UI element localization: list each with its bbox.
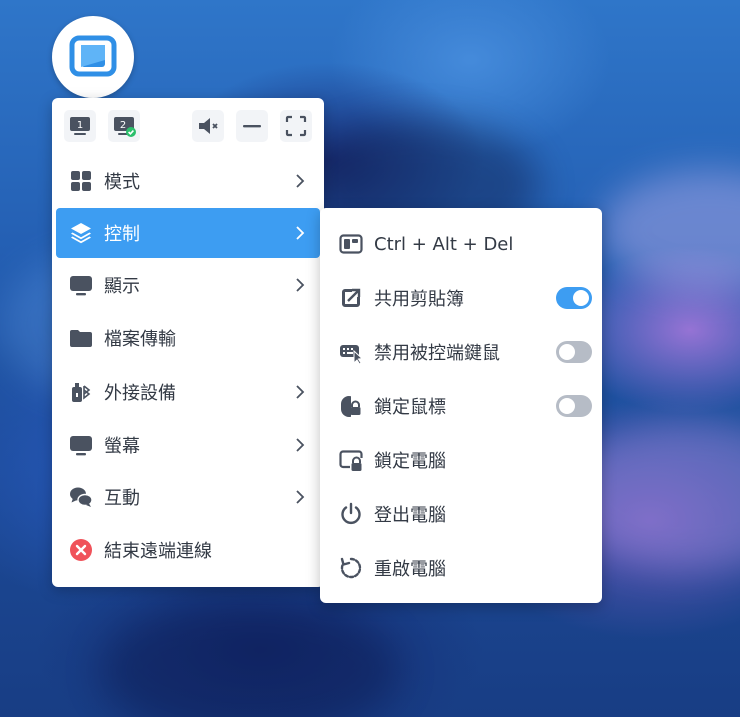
lock-mouse-toggle[interactable] (556, 395, 592, 417)
main-menu-panel: 1 2 模式 控制 顯示 檔案傳輸 外接設備 螢幕 互動 結束遠端連線 (52, 98, 324, 587)
chevron-right-icon (296, 226, 305, 240)
menu-item-display[interactable]: 顯示 (56, 260, 320, 310)
remote-desktop-logo-icon (69, 35, 117, 77)
menu-item-mode[interactable]: 模式 (56, 156, 320, 206)
keyboard-mouse-icon (338, 339, 364, 365)
minimize-icon (243, 125, 261, 128)
chat-icon (68, 484, 94, 510)
menu-item-label: 螢幕 (104, 436, 140, 457)
submenu-item-label: 禁用被控端鍵鼠 (374, 343, 500, 364)
submenu-item-label: 鎖定鼠標 (374, 397, 446, 418)
menu-item-label: 外接設備 (104, 383, 176, 404)
menu-item-label: 結束遠端連線 (104, 541, 212, 562)
submenu-item-label: 鎖定電腦 (374, 451, 446, 472)
monitor-icon (68, 272, 94, 298)
chevron-right-icon (296, 490, 305, 504)
menu-toolbar: 1 2 (52, 98, 324, 156)
monitor-2-button[interactable]: 2 (108, 110, 140, 142)
disable-remote-input-toggle[interactable] (556, 341, 592, 363)
fullscreen-icon (285, 115, 307, 137)
menu-item-control[interactable]: 控制 (56, 208, 320, 258)
share-clipboard-icon (338, 285, 364, 311)
menu-item-end-session[interactable]: 結束遠端連線 (56, 525, 320, 575)
monitor-2-icon: 2 (114, 117, 136, 137)
power-icon (338, 501, 364, 527)
menu-item-label: 互動 (104, 488, 140, 509)
submenu-item-label: 共用剪貼簿 (374, 289, 464, 310)
submenu-item-disable-remote-input[interactable]: 禁用被控端鍵鼠 (320, 327, 602, 377)
menu-item-label: 模式 (104, 172, 140, 193)
monitor-1-label: 1 (77, 120, 83, 131)
submenu-item-label: 重啟電腦 (374, 559, 446, 580)
submenu-item-restart[interactable]: 重啟電腦 (320, 543, 602, 593)
menu-item-label: 控制 (104, 224, 140, 245)
monitor-1-button[interactable]: 1 (64, 110, 96, 142)
keyboard-shortcut-icon (338, 231, 364, 257)
fullscreen-button[interactable] (280, 110, 312, 142)
menu-item-file-transfer[interactable]: 檔案傳輸 (56, 313, 320, 363)
minimize-button[interactable] (236, 110, 268, 142)
submenu-item-label: 登出電腦 (374, 505, 446, 526)
shared-clipboard-toggle[interactable] (556, 287, 592, 309)
usb-bluetooth-icon (68, 379, 94, 405)
submenu-item-ctrl-alt-del[interactable]: Ctrl + Alt + Del (320, 219, 602, 269)
control-submenu-panel: Ctrl + Alt + Del 共用剪貼簿 禁用被控端鍵鼠 鎖定鼠標 鎖定電腦… (320, 208, 602, 603)
mouse-lock-icon (338, 393, 364, 419)
screen-lock-icon (338, 447, 364, 473)
folder-icon (68, 325, 94, 351)
chevron-right-icon (296, 385, 305, 399)
menu-item-external-devices[interactable]: 外接設備 (56, 367, 320, 417)
menu-item-label: 顯示 (104, 276, 140, 297)
submenu-item-lock-computer[interactable]: 鎖定電腦 (320, 435, 602, 485)
chevron-right-icon (296, 174, 305, 188)
menu-item-screen[interactable]: 螢幕 (56, 420, 320, 470)
submenu-item-log-off[interactable]: 登出電腦 (320, 489, 602, 539)
desktop-background: 1 2 模式 控制 顯示 檔案傳輸 外接設備 螢幕 互動 結束遠端連線 Ctrl… (0, 0, 740, 717)
screen-icon (68, 432, 94, 458)
menu-item-interaction[interactable]: 互動 (56, 472, 320, 522)
chevron-right-icon (296, 438, 305, 452)
monitor-2-label: 2 (120, 120, 126, 131)
submenu-item-lock-mouse[interactable]: 鎖定鼠標 (320, 381, 602, 431)
remote-app-logo-button[interactable] (52, 16, 134, 98)
submenu-item-label: Ctrl + Alt + Del (374, 233, 514, 255)
submenu-item-shared-clipboard[interactable]: 共用剪貼簿 (320, 273, 602, 323)
menu-item-label: 檔案傳輸 (104, 329, 176, 350)
mute-button[interactable] (192, 110, 224, 142)
speaker-mute-icon (199, 118, 218, 134)
chevron-right-icon (296, 278, 305, 292)
grid-icon (68, 168, 94, 194)
close-circle-icon (68, 537, 94, 563)
layers-icon (68, 220, 94, 246)
restart-icon (338, 555, 364, 581)
monitor-1-icon: 1 (70, 117, 90, 135)
